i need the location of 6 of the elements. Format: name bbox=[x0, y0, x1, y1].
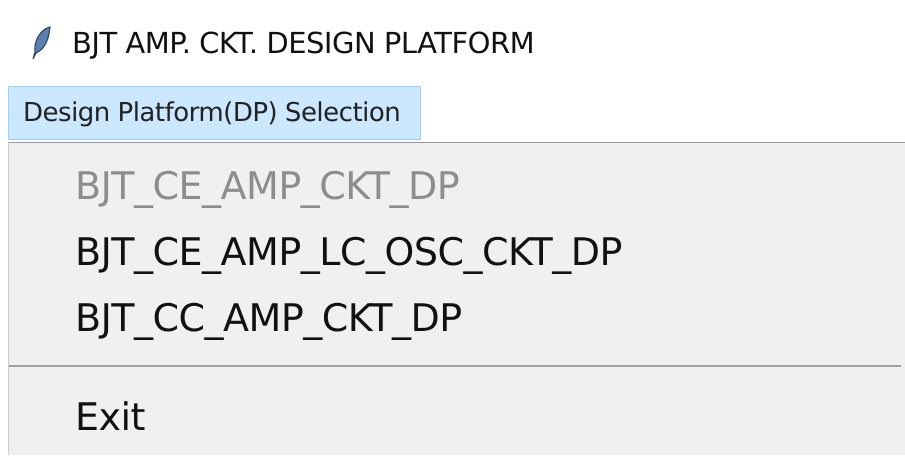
window-title: BJT AMP. CKT. DESIGN PLATFORM bbox=[72, 26, 534, 60]
menu-item[interactable]: Exit bbox=[9, 381, 145, 453]
feather-icon bbox=[30, 26, 52, 60]
menu-item[interactable]: BJT_CE_AMP_LC_OSC_CKT_DP bbox=[9, 219, 622, 285]
menu-item[interactable]: BJT_CC_AMP_CKT_DP bbox=[9, 285, 462, 351]
menu-bar-item[interactable]: Design Platform(DP) Selection bbox=[8, 86, 422, 140]
